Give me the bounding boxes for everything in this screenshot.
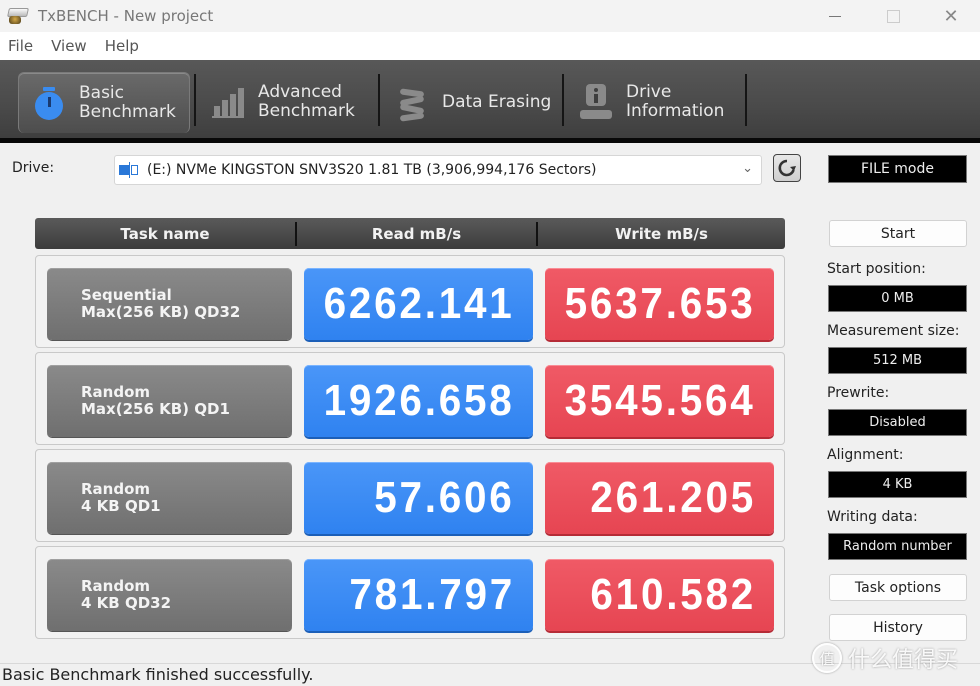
read-result: 57.606 bbox=[304, 462, 533, 534]
refresh-drives-button[interactable] bbox=[773, 154, 801, 182]
stopwatch-icon bbox=[33, 85, 65, 121]
task-name-line2: Max(256 KB) QD32 bbox=[81, 303, 241, 321]
window-title: TxBENCH - New project bbox=[38, 7, 214, 25]
refresh-icon bbox=[778, 159, 796, 177]
mode-indicator: FILE mode bbox=[828, 155, 967, 183]
tab-label: Advanced Benchmark bbox=[258, 82, 355, 121]
task-name-line1: Random bbox=[81, 577, 151, 595]
drive-select[interactable]: (E:) NVMe KINGSTON SNV3S20 1.81 TB (3,90… bbox=[114, 155, 762, 185]
measurement-size-label: Measurement size: bbox=[827, 323, 960, 339]
tab-divider bbox=[562, 74, 564, 126]
write-value: 261.205 bbox=[590, 473, 756, 522]
task-button-random-4kb-qd1[interactable]: Random 4 KB QD1 bbox=[47, 462, 292, 534]
read-result: 781.797 bbox=[304, 559, 533, 631]
write-value: 5637.653 bbox=[565, 279, 756, 328]
menu-help[interactable]: Help bbox=[105, 37, 139, 55]
task-name-line1: Random bbox=[81, 383, 151, 401]
alignment-value[interactable]: 4 KB bbox=[828, 471, 967, 498]
maximize-button[interactable] bbox=[864, 0, 922, 32]
maximize-icon bbox=[886, 9, 900, 23]
watermark-text: 什么值得买 bbox=[848, 648, 959, 673]
tab-basic-benchmark[interactable]: Basic Benchmark bbox=[18, 72, 190, 133]
close-icon: ✕ bbox=[943, 5, 959, 27]
minimize-icon bbox=[829, 15, 841, 17]
watermark-badge: 值 bbox=[812, 643, 842, 673]
tab-divider bbox=[745, 74, 747, 126]
table-row: Random 4 KB QD1 57.606 261.205 bbox=[35, 449, 785, 542]
main-toolbar: Basic Benchmark Advanced Benchmark Data … bbox=[0, 60, 980, 143]
write-result: 5637.653 bbox=[545, 268, 774, 340]
tab-label: Data Erasing bbox=[442, 91, 552, 112]
eraser-icon bbox=[396, 84, 428, 122]
prewrite-label: Prewrite: bbox=[827, 385, 890, 401]
read-result: 1926.658 bbox=[304, 365, 533, 437]
task-button-random-4kb-qd32[interactable]: Random 4 KB QD32 bbox=[47, 559, 292, 631]
menu-file[interactable]: File bbox=[8, 37, 33, 55]
tab-label: Drive Information bbox=[626, 82, 725, 121]
measurement-size-value[interactable]: 512 MB bbox=[828, 347, 967, 374]
read-value: 781.797 bbox=[349, 570, 515, 619]
task-button-random-max-qd1[interactable]: Random Max(256 KB) QD1 bbox=[47, 365, 292, 437]
task-name-line2: Max(256 KB) QD1 bbox=[81, 400, 230, 418]
task-name-line1: Sequential bbox=[81, 286, 172, 304]
read-result: 6262.141 bbox=[304, 268, 533, 340]
tab-advanced-benchmark[interactable]: Advanced Benchmark bbox=[198, 72, 376, 132]
table-row: Random 4 KB QD32 781.797 610.582 bbox=[35, 546, 785, 639]
bar-chart-icon bbox=[212, 84, 244, 120]
start-button[interactable]: Start bbox=[829, 220, 967, 247]
read-value: 1926.658 bbox=[324, 376, 515, 425]
history-button[interactable]: History bbox=[829, 614, 967, 641]
title-bar: TxBENCH - New project ✕ bbox=[0, 0, 980, 32]
start-position-value[interactable]: 0 MB bbox=[828, 285, 967, 312]
close-button[interactable]: ✕ bbox=[922, 0, 980, 32]
task-options-button[interactable]: Task options bbox=[829, 574, 967, 601]
write-value: 3545.564 bbox=[565, 376, 756, 425]
read-value: 6262.141 bbox=[324, 279, 515, 328]
column-header-read: Read mB/s bbox=[371, 224, 462, 243]
writing-data-label: Writing data: bbox=[827, 509, 918, 525]
drive-label: Drive: bbox=[12, 160, 55, 176]
tab-divider bbox=[194, 74, 196, 126]
table-row: Random Max(256 KB) QD1 1926.658 3545.564 bbox=[35, 352, 785, 445]
minimize-button[interactable] bbox=[806, 0, 864, 32]
task-name-line2: 4 KB QD32 bbox=[81, 594, 172, 612]
tab-data-erasing[interactable]: Data Erasing bbox=[382, 72, 560, 132]
drive-selected-value: (E:) NVMe KINGSTON SNV3S20 1.81 TB (3,90… bbox=[147, 162, 597, 178]
chevron-down-icon: ⌄ bbox=[742, 161, 753, 176]
task-button-sequential-qd32[interactable]: Sequential Max(256 KB) QD32 bbox=[47, 268, 292, 340]
task-name-line2: 4 KB QD1 bbox=[81, 497, 161, 515]
task-name-line1: Random bbox=[81, 480, 151, 498]
table-row: Sequential Max(256 KB) QD32 6262.141 563… bbox=[35, 255, 785, 348]
tab-drive-information[interactable]: Drive Information bbox=[566, 72, 744, 132]
write-result: 610.582 bbox=[545, 559, 774, 631]
menu-bar: File View Help bbox=[0, 32, 980, 61]
column-header-task: Task name bbox=[120, 224, 210, 243]
column-header-write: Write mB/s bbox=[615, 224, 708, 243]
drive-icon bbox=[119, 162, 141, 178]
write-result: 261.205 bbox=[545, 462, 774, 534]
write-result: 3545.564 bbox=[545, 365, 774, 437]
status-text: Basic Benchmark finished successfully. bbox=[2, 665, 314, 684]
tab-divider bbox=[378, 74, 380, 126]
tab-label: Basic Benchmark bbox=[79, 83, 176, 122]
start-position-label: Start position: bbox=[827, 261, 926, 277]
write-value: 610.582 bbox=[590, 570, 756, 619]
writing-data-value[interactable]: Random number bbox=[828, 533, 967, 560]
read-value: 57.606 bbox=[374, 473, 515, 522]
results-table-header: Task name Read mB/s Write mB/s bbox=[35, 218, 785, 249]
menu-view[interactable]: View bbox=[51, 37, 87, 55]
watermark: 值 什么值得买 bbox=[812, 642, 958, 674]
drive-info-icon bbox=[580, 84, 612, 120]
alignment-label: Alignment: bbox=[827, 447, 904, 463]
prewrite-value[interactable]: Disabled bbox=[828, 409, 967, 436]
app-icon bbox=[6, 6, 29, 26]
